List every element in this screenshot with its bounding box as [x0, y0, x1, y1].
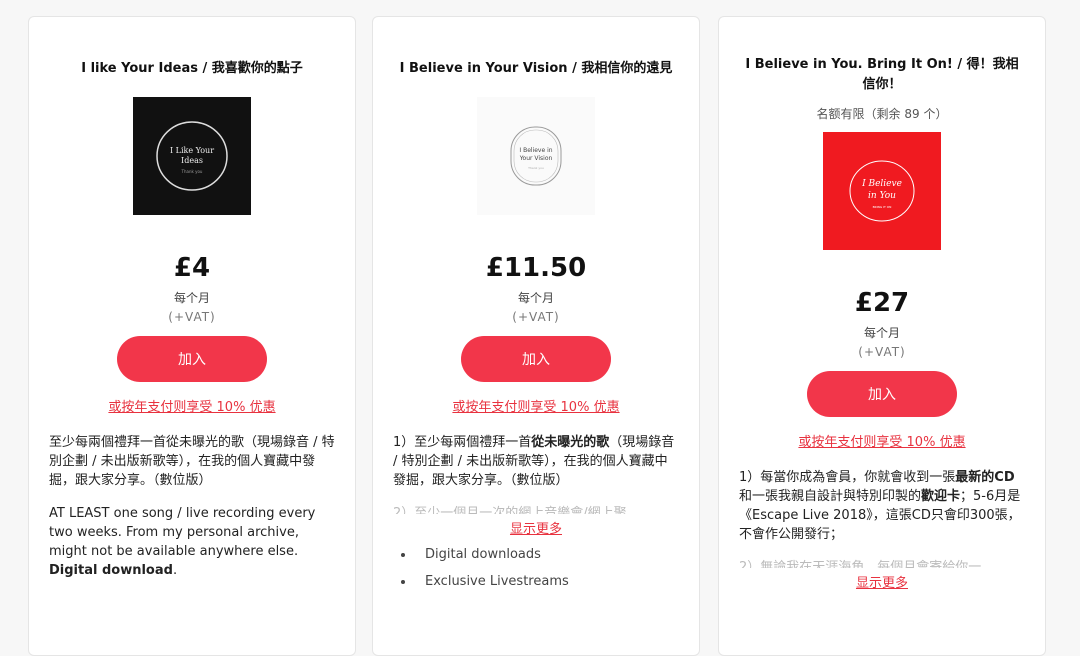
badge-text-line2: Ideas: [181, 156, 203, 165]
vat-note: (+VAT): [858, 345, 906, 359]
description-item-1: 1）每當你成為會員，你就會收到一張最新的CD和一張我親自設計與特別印製的歡迎卡；…: [739, 468, 1025, 544]
price: £27: [854, 288, 910, 318]
billing-period: 每个月: [863, 326, 900, 340]
desc-bold-card: 歡迎卡: [921, 489, 961, 504]
annual-discount-link[interactable]: 或按年支付则享受 10% 优惠: [49, 396, 335, 415]
annual-discount-link[interactable]: 或按年支付则享受 10% 优惠: [739, 431, 1025, 450]
badge-text-line2: Your Vision: [519, 155, 553, 162]
benefit-item: Digital downloads: [415, 547, 679, 562]
desc-mid: 和一張我親自設計與特別印製的: [739, 489, 922, 504]
benefit-item: Exclusive Livestreams: [415, 574, 679, 589]
tier-image: I Believe in Your Vision Thank you: [477, 97, 595, 215]
tier-description: 1）至少每兩個禮拜一首從未曝光的歌（現場錄音 / 特別企劃 / 未出版新歌等），…: [393, 433, 679, 514]
membership-tiers: I like Your Ideas / 我喜歡你的點子 I Like Your …: [0, 0, 1080, 656]
tier-title: I Believe in Your Vision / 我相信你的遠見: [399, 61, 673, 76]
desc-bold-cd: 最新的CD: [955, 470, 1015, 485]
description-item-1: 1）至少每兩個禮拜一首從未曝光的歌（現場錄音 / 特別企劃 / 未出版新歌等），…: [393, 433, 679, 490]
tier-title: I like Your Ideas / 我喜歡你的點子: [81, 61, 303, 76]
annual-discount-link[interactable]: 或按年支付则享受 10% 优惠: [393, 396, 679, 415]
join-button[interactable]: 加入: [461, 336, 611, 382]
badge-subtext: Thank you: [181, 169, 203, 174]
tier-description: 至少每兩個禮拜一首從未曝光的歌（現場錄音 / 特別企劃 / 未出版新歌等），在我…: [49, 433, 335, 580]
tier-card-vision: I Believe in Your Vision / 我相信你的遠見 I Bel…: [372, 16, 700, 656]
billing-period: 每个月: [517, 291, 554, 305]
description-zh: 至少每兩個禮拜一首從未曝光的歌（現場錄音 / 特別企劃 / 未出版新歌等），在我…: [49, 435, 335, 488]
tier-badge-image: I Like Your Ideas Thank you: [156, 121, 228, 191]
tier-card-bring-it-on: I Believe in You. Bring It On! / 得！我相信你！…: [718, 16, 1046, 656]
tier-badge-image: I Believe in You BRING IT ON: [849, 160, 915, 222]
billing-period: 每个月: [173, 291, 210, 305]
tier-image: I Believe in You BRING IT ON: [823, 132, 941, 250]
tier-badge-image: I Believe in Your Vision Thank you: [510, 126, 562, 186]
vat-note: (+VAT): [168, 310, 216, 324]
show-more-link[interactable]: 显示更多: [739, 572, 1025, 591]
desc-pre: 1）每當你成為會員，你就會收到一張: [739, 470, 956, 485]
join-button[interactable]: 加入: [807, 371, 957, 417]
benefit-list: Digital downloads Exclusive Livestreams: [393, 547, 679, 589]
description-en-text: AT LEAST one song / live recording every…: [49, 506, 316, 559]
vat-note: (+VAT): [512, 310, 560, 324]
description-faded-preview: 2）至少一個月一次的網上音樂會/網上聚: [393, 506, 627, 514]
badge-text-line1: I Believe: [861, 179, 902, 189]
tier-image: I Like Your Ideas Thank you: [133, 97, 251, 215]
badge-text-line1: I Like Your: [170, 146, 214, 155]
description-en-end: .: [172, 563, 178, 578]
join-button[interactable]: 加入: [117, 336, 267, 382]
desc-bold: 從未曝光的歌: [531, 435, 610, 450]
description-en: AT LEAST one song / live recording every…: [49, 504, 335, 580]
tier-card-ideas: I like Your Ideas / 我喜歡你的點子 I Like Your …: [28, 16, 356, 656]
tier-description: 1）每當你成為會員，你就會收到一張最新的CD和一張我親自設計與特別印製的歡迎卡；…: [739, 468, 1025, 568]
badge-text-line1: I Believe in: [519, 147, 552, 154]
badge-subtext: BRING IT ON: [873, 205, 892, 209]
price: £11.50: [485, 253, 587, 283]
limited-availability: 名额有限（剩余 89 个）: [816, 107, 948, 121]
tier-title: I Believe in You. Bring It On! / 得！我相信你！: [745, 57, 1019, 92]
badge-text-line2: in You: [868, 191, 896, 201]
show-more-link[interactable]: 显示更多: [393, 518, 679, 537]
badge-subtext: Thank you: [527, 166, 544, 170]
price: £4: [173, 253, 211, 283]
desc-pre: 1）至少每兩個禮拜一首: [393, 435, 532, 450]
description-en-bold: Digital download: [49, 563, 173, 578]
description-faded-preview: 2）無論我在天涯海角，每個月會寄給你一: [739, 560, 982, 568]
